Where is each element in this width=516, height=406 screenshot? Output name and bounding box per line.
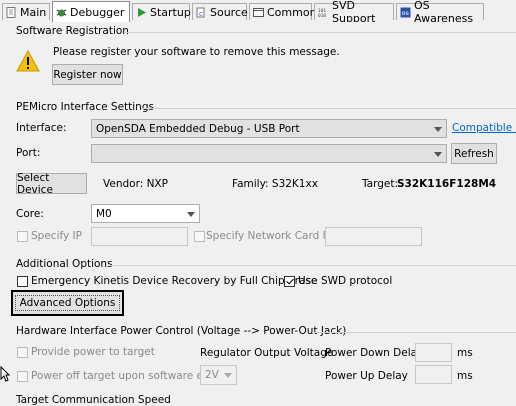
tab-label: Startup: [150, 5, 191, 19]
vendor-text: Vendor: NXP: [103, 178, 168, 190]
emergency-recovery-label: Emergency Kinetis Device Recovery by Ful…: [31, 275, 318, 287]
chevron-down-icon: [434, 126, 442, 132]
tab-label: Debugger: [70, 5, 125, 19]
separator: [110, 265, 516, 266]
debugger-panel: Software Registration Please register yo…: [0, 22, 516, 406]
os-icon: os: [400, 7, 411, 18]
group-title-communication-speed: Target Communication Speed: [16, 394, 171, 406]
tab-label: Common: [267, 5, 317, 19]
specify-ip-checkbox[interactable]: [17, 231, 28, 242]
startup-icon: [136, 7, 147, 18]
target-label: Target:: [362, 178, 399, 190]
use-swd-label: Use SWD protocol: [298, 275, 393, 287]
ms-unit: ms: [457, 370, 473, 382]
power-down-delay-label: Power Down Delay: [325, 347, 424, 359]
tab-main[interactable]: Main: [2, 3, 50, 20]
power-off-label: Power off target upon software exit: [31, 370, 217, 382]
specify-network-card-ip-checkbox[interactable]: [194, 231, 205, 242]
register-now-button[interactable]: Register now: [52, 64, 123, 85]
port-label: Port:: [16, 147, 41, 159]
separator: [143, 108, 516, 109]
target-value: S32K116F128M4: [397, 178, 497, 190]
tab-debugger[interactable]: Debugger: [52, 1, 130, 22]
chevron-down-icon: [434, 151, 442, 157]
network-card-ip-field[interactable]: [325, 227, 422, 246]
use-swd-checkbox[interactable]: [284, 276, 295, 287]
port-select[interactable]: [91, 144, 447, 163]
specify-network-card-ip-label: Specify Network Card IP: [206, 230, 333, 242]
regulator-output-voltage-label: Regulator Output Voltage: [200, 347, 334, 359]
debugger-icon: [56, 7, 67, 18]
svg-text:c: c: [199, 10, 203, 18]
power-up-delay-label: Power Up Delay: [325, 370, 408, 382]
core-value: M0: [96, 207, 112, 220]
ms-unit: ms: [457, 347, 473, 359]
group-title-interface-settings: PEMicro Interface Settings: [16, 101, 154, 113]
group-title-additional-options: Additional Options: [16, 258, 113, 270]
interface-label: Interface:: [16, 122, 67, 134]
main-icon: [6, 6, 17, 18]
svd-icon: 101 010: [318, 7, 329, 19]
power-down-delay-field[interactable]: [415, 343, 452, 362]
refresh-label: Refresh: [454, 147, 494, 160]
family-text: Family: S32K1xx: [232, 178, 318, 190]
tab-bar: Main Debugger Startup c Source Common 10…: [0, 0, 516, 25]
refresh-button[interactable]: Refresh: [451, 143, 497, 164]
emergency-recovery-checkbox[interactable]: [17, 276, 28, 287]
separator: [312, 332, 516, 333]
power-off-checkbox[interactable]: [17, 371, 28, 382]
mouse-cursor-icon: [0, 365, 11, 382]
tab-svd-support[interactable]: 101 010 SVD Support: [314, 0, 394, 25]
registration-message: Please register your software to remove …: [53, 46, 340, 58]
tab-label: Main: [20, 5, 47, 19]
voltage-select[interactable]: 2V: [200, 365, 237, 385]
source-icon: c: [196, 7, 207, 18]
chevron-down-icon: [187, 211, 195, 217]
separator: [126, 32, 516, 33]
specify-ip-label: Specify IP: [31, 230, 82, 242]
interface-select[interactable]: OpenSDA Embedded Debug - USB Port: [91, 119, 447, 138]
chevron-down-icon: [224, 373, 232, 378]
common-icon: [253, 7, 264, 18]
core-select[interactable]: M0: [91, 204, 200, 223]
provide-power-label: Provide power to target: [31, 346, 155, 358]
tab-label: Source: [210, 5, 248, 19]
tab-source[interactable]: c Source: [192, 3, 248, 20]
group-title-power-control: Hardware Interface Power Control (Voltag…: [16, 325, 347, 337]
tab-startup[interactable]: Startup: [132, 3, 191, 20]
tab-os-awareness[interactable]: os OS Awareness: [396, 0, 484, 25]
voltage-value: 2V: [205, 369, 219, 381]
tab-common[interactable]: Common: [249, 3, 317, 20]
select-device-button[interactable]: Select Device: [16, 171, 87, 196]
advanced-options-label: Advanced Options: [14, 295, 121, 311]
warning-icon: [16, 49, 40, 72]
core-label: Core:: [16, 208, 44, 220]
group-title-registration: Software Registration: [16, 25, 129, 37]
provide-power-checkbox[interactable]: [17, 347, 28, 358]
select-device-label: Select Device: [17, 171, 53, 196]
register-now-label: Register now: [53, 68, 122, 81]
svg-text:010: 010: [318, 13, 326, 18]
interface-value: OpenSDA Embedded Debug - USB Port: [96, 122, 300, 135]
power-up-delay-field[interactable]: [415, 365, 452, 384]
compatible-hardware-link[interactable]: Compatible H: [452, 122, 516, 134]
advanced-options-button[interactable]: Advanced Options: [11, 290, 124, 316]
svg-text:os: os: [402, 9, 410, 17]
ip-field[interactable]: [91, 227, 188, 246]
